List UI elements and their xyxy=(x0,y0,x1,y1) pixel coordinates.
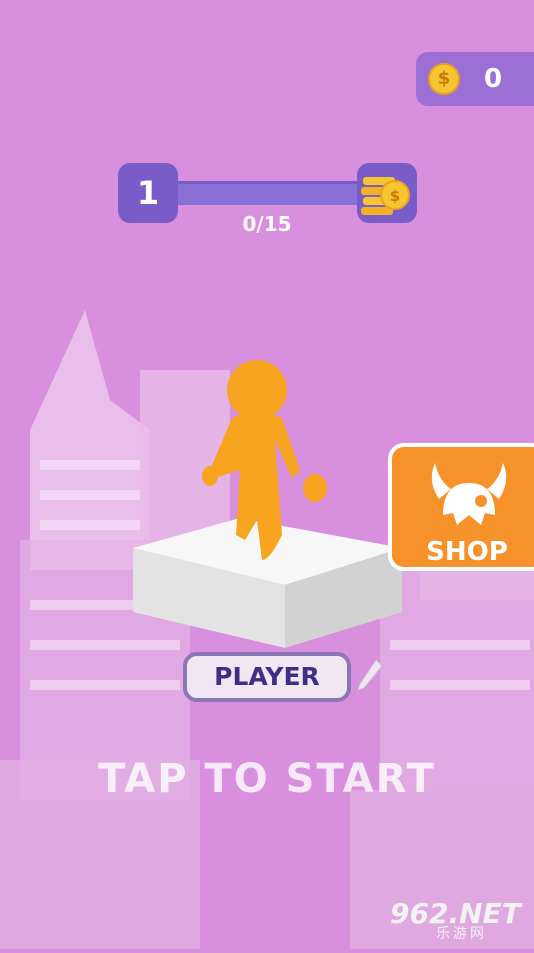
tap-to-start-prompt[interactable]: TAP TO START xyxy=(0,756,534,802)
dollar-coin-icon: $ xyxy=(428,63,460,95)
shop-button[interactable]: SHOP xyxy=(388,443,534,571)
coin-counter: $ 0 xyxy=(416,52,534,106)
coin-count: 0 xyxy=(483,64,503,94)
shop-label: SHOP xyxy=(426,537,508,567)
watermark-subtitle: 乐游网 xyxy=(436,926,487,942)
svg-text:$: $ xyxy=(390,187,400,205)
progress-count: 0/15 xyxy=(242,212,292,236)
pencil-icon[interactable] xyxy=(356,658,384,698)
level-progress-bar xyxy=(165,181,370,205)
coin-stack-icon: $ xyxy=(357,163,417,223)
site-watermark: 962.NET 乐游网 xyxy=(390,897,530,943)
player-name-field[interactable]: PLAYER xyxy=(183,652,351,702)
viking-helmet-icon xyxy=(431,463,507,525)
level-number: 1 xyxy=(118,163,178,223)
